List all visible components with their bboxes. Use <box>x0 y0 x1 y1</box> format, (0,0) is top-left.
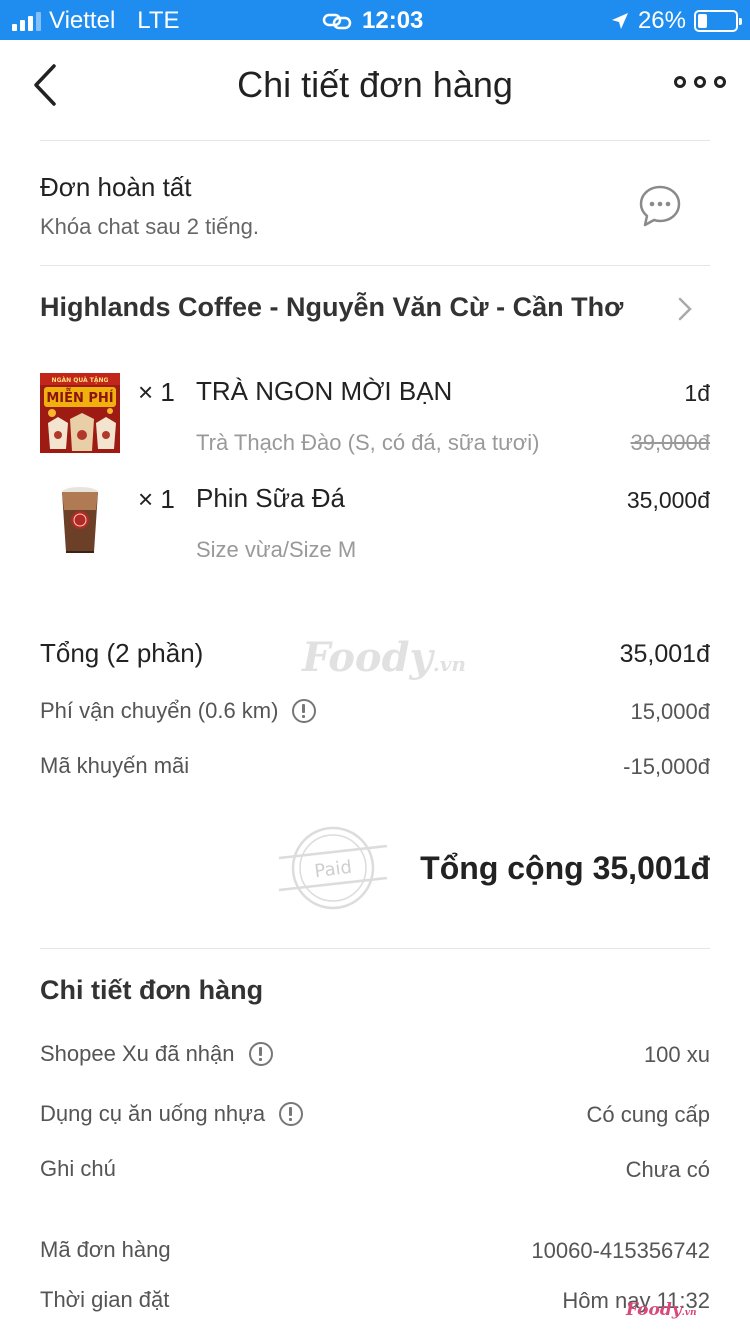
detail-label: Ghi chú <box>40 1156 116 1181</box>
more-dots-icon <box>694 76 706 88</box>
detail-label: Shopee Xu đã nhận <box>40 1041 235 1066</box>
status-bar: Viettel LTE 12:03 26% <box>0 0 750 40</box>
store-name-link[interactable]: Highlands Coffee - Nguyễn Văn Cừ - Cần T… <box>40 292 623 323</box>
item-thumbnail: NGÀN QUÀ TẶNG MIỄN PHÍ <box>40 373 120 453</box>
detail-label: Dụng cụ ăn uống nhựa <box>40 1101 266 1126</box>
shipping-fee-label: Phí vận chuyển (0.6 km) <box>40 698 279 723</box>
chat-button[interactable] <box>638 184 682 228</box>
promo-code-label: Mã khuyến mãi <box>40 753 190 778</box>
info-icon[interactable] <box>279 1102 304 1126</box>
battery-percent: 26% <box>637 7 686 34</box>
detail-row: Mã đơn hàng <box>40 1237 171 1263</box>
grand-total: Tổng cộng 35,001đ <box>420 850 710 886</box>
detail-row: Dụng cụ ăn uống nhựa <box>40 1101 304 1127</box>
info-icon[interactable] <box>248 1042 273 1066</box>
promo-code-value: -15,000đ <box>623 754 710 779</box>
item-name: TRÀ NGON MỜI BẠN <box>196 376 453 406</box>
detail-label: Mã đơn hàng <box>40 1237 171 1262</box>
coffee-cup-image <box>40 478 120 558</box>
item-name: Phin Sữa Đá <box>196 483 345 513</box>
divider <box>40 265 710 266</box>
battery-icon <box>694 10 742 32</box>
info-icon[interactable] <box>292 699 317 723</box>
thumb-top-text: NGÀN QUÀ TẶNG <box>52 377 109 384</box>
more-options-button[interactable] <box>674 76 726 88</box>
order-status-title: Đơn hoàn tất <box>40 172 192 202</box>
item-note: Trà Thạch Đào (S, có đá, sữa tươi) <box>196 430 540 455</box>
shipping-fee-row: Phí vận chuyển (0.6 km) <box>40 698 317 724</box>
order-id-value[interactable]: 10060-415356742 <box>531 1238 710 1264</box>
status-center: 12:03 <box>322 7 423 35</box>
more-dots-icon <box>714 76 726 88</box>
detail-value: Có cung cấp <box>586 1102 710 1127</box>
paid-stamp: Paid <box>276 820 390 916</box>
shipping-fee-value: 15,000đ <box>630 699 710 724</box>
item-qty: × 1 <box>138 377 175 407</box>
item-note: Size vừa/Size M <box>196 537 357 562</box>
network-label: LTE <box>137 7 180 34</box>
page-title: Chi tiết đơn hàng <box>237 64 513 105</box>
chat-bubble-icon <box>639 185 681 227</box>
battery-fill <box>698 14 707 28</box>
signal-icon <box>12 11 41 31</box>
more-dots-icon <box>674 76 686 88</box>
detail-value: 100 xu <box>643 1042 710 1067</box>
detail-value: Chưa có <box>625 1157 710 1182</box>
location-arrow-icon <box>611 13 628 29</box>
item-price: 35,000đ <box>626 487 710 513</box>
detail-row: Shopee Xu đã nhận <box>40 1041 273 1067</box>
clock: 12:03 <box>362 7 424 34</box>
divider <box>40 948 710 949</box>
thumb-banner-text: MIỄN PHÍ <box>46 389 113 406</box>
header: Chi tiết đơn hàng <box>0 40 750 140</box>
status-left: Viettel LTE <box>12 7 180 35</box>
promo-code-row: Mã khuyến mãi <box>40 753 189 779</box>
chevron-right-icon <box>678 297 692 321</box>
detail-row: Ghi chú <box>40 1156 116 1182</box>
item-old-price: 39,000đ <box>630 430 710 455</box>
paid-stamp-text: Paid <box>313 857 353 882</box>
link-icon <box>322 13 352 30</box>
detail-row: Thời gian đặt <box>40 1287 169 1313</box>
order-status-subtitle: Khóa chat sau 2 tiếng. <box>40 214 259 239</box>
item-thumbnail <box>40 478 120 558</box>
divider <box>40 140 710 141</box>
store-chevron[interactable] <box>676 296 694 322</box>
carrier-label: Viettel <box>49 7 116 34</box>
paid-stamp-icon: Paid <box>278 826 388 910</box>
item-qty: × 1 <box>138 484 175 514</box>
subtotal-label: Tổng (2 phần) <box>40 638 204 668</box>
subtotal-value: 35,001đ <box>619 640 710 668</box>
detail-label: Thời gian đặt <box>40 1287 170 1312</box>
promo-thumbnail-image: NGÀN QUÀ TẶNG MIỄN PHÍ <box>40 373 120 453</box>
foody-corner-watermark: Foody.vn <box>626 1300 697 1320</box>
item-price: 1đ <box>684 380 710 406</box>
foody-watermark: Foody.vn <box>302 634 466 681</box>
status-right: 26% <box>610 7 742 35</box>
details-section-title: Chi tiết đơn hàng <box>40 975 264 1005</box>
